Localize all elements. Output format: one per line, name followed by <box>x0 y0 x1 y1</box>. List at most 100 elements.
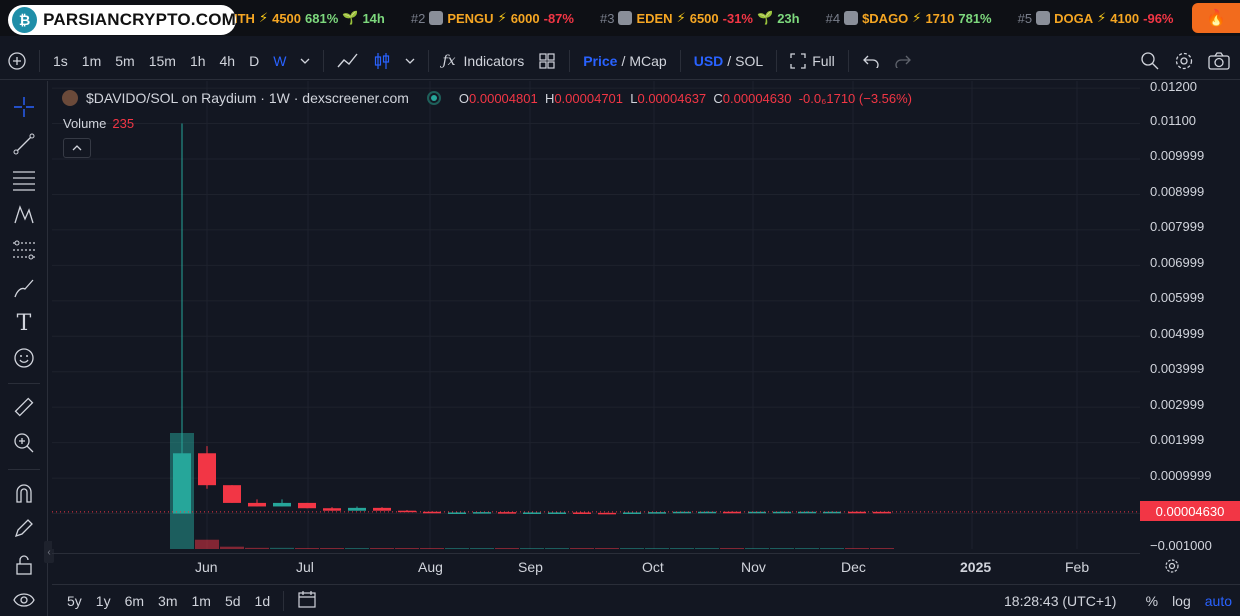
ticker-item[interactable]: #5 DOGA ⚡ 4100 -96% <box>1018 10 1174 26</box>
ruler-icon[interactable] <box>10 393 38 421</box>
chart-toolbar: 1s 1m 5m 15m 1h 4h D W ƒx Indicators Price / MC… <box>0 42 1240 80</box>
magnet-icon[interactable] <box>10 479 38 507</box>
ticker-item[interactable]: ITH ⚡ 4500 681% 🌱 14h <box>234 10 385 26</box>
site-logo[interactable]: ₿ PARSIANCRYPTO.COM <box>8 5 236 35</box>
volume-bar <box>720 548 744 549</box>
price-tick-label: 0.001999 <box>1150 432 1205 447</box>
interval-1m-button[interactable]: 1m <box>75 42 108 79</box>
price-mcap-toggle[interactable]: Price / MCap <box>576 42 674 79</box>
time-axis[interactable]: Jun Jul Aug Sep Oct Nov Dec 2025 Feb <box>52 553 1179 579</box>
text-tool-icon[interactable]: T <box>10 309 38 337</box>
interval-1h-button[interactable]: 1h <box>183 42 213 79</box>
interval-4h-button[interactable]: 4h <box>213 42 243 79</box>
crosshair-icon[interactable] <box>10 93 38 121</box>
volume-key: Volume <box>63 116 107 131</box>
volume-bar <box>770 548 794 549</box>
ticker-change: 781% <box>958 10 992 26</box>
ticker-item[interactable]: #3 EDEN ⚡ 6500 -31% 🌱 23h <box>600 10 800 26</box>
ticker-change: -31% <box>722 10 753 26</box>
line-chart-icon[interactable] <box>330 42 366 79</box>
time-tick-label: Dec <box>841 559 866 575</box>
volume-bar <box>270 547 294 549</box>
fullscreen-button[interactable]: Full <box>783 42 842 79</box>
fib-retracement-icon[interactable] <box>10 237 38 265</box>
interval-15m-button[interactable]: 15m <box>142 42 183 79</box>
zoom-in-icon[interactable] <box>10 429 38 457</box>
volume-bar <box>195 539 219 549</box>
clock-display[interactable]: 18:28:43 (UTC+1) <box>1004 593 1116 609</box>
pattern-icon[interactable] <box>10 201 38 229</box>
volume-bar <box>820 548 844 549</box>
lock-icon[interactable] <box>10 551 38 579</box>
horizontal-lines-icon[interactable] <box>10 166 38 194</box>
volume-bar <box>470 548 494 549</box>
open-value: 0.00004801 <box>469 90 538 106</box>
lightning-icon: ⚡ <box>258 10 269 25</box>
volume-bar <box>445 548 469 549</box>
range-5y-button[interactable]: 5y <box>60 593 89 609</box>
quick-search-icon[interactable] <box>1133 42 1167 79</box>
log-scale-toggle[interactable]: log <box>1172 593 1191 609</box>
collapse-legend-chevron-up-icon[interactable] <box>63 138 91 158</box>
current-price-label: 0.00004630 <box>1140 501 1240 521</box>
axis-settings-gear-icon[interactable] <box>1164 558 1180 579</box>
price-tick-label: 0.003999 <box>1150 361 1205 376</box>
price-tick-label: 0.005999 <box>1150 290 1205 305</box>
volume-bar <box>845 548 869 549</box>
price-axis[interactable]: 0.01200 0.01100 0.009999 0.008999 0.007999 0.… <box>1140 79 1240 553</box>
indicators-button[interactable]: ƒx Indicators <box>435 42 531 79</box>
lock-drawing-pencil-icon[interactable] <box>10 514 38 542</box>
ticker-change: -87% <box>543 10 574 26</box>
range-5d-button[interactable]: 5d <box>218 593 248 609</box>
brush-icon[interactable] <box>10 274 38 302</box>
range-1d-button[interactable]: 1d <box>248 593 278 609</box>
fire-icon[interactable]: 🔥 <box>1192 3 1240 33</box>
volume-bar <box>570 548 594 549</box>
redo-icon[interactable] <box>887 42 919 79</box>
percent-scale-toggle[interactable]: % <box>1146 593 1158 609</box>
price-chart[interactable] <box>52 81 1140 549</box>
range-6m-button[interactable]: 6m <box>118 593 151 609</box>
bottom-toolbar: 5y 1y 6m 3m 1m 5d 1d 18:28:43 (UTC+1) % log au… <box>52 584 1240 616</box>
undo-icon[interactable] <box>855 42 887 79</box>
ticker-item[interactable]: #2 PENGU ⚡ 6000 -87% <box>411 10 574 26</box>
token-avatar <box>1036 11 1051 25</box>
candle-chart-icon[interactable] <box>366 42 398 79</box>
volume-bar <box>320 548 344 549</box>
volume-bar <box>595 548 619 549</box>
price-tick-label: 0.01200 <box>1150 79 1197 94</box>
camera-icon[interactable] <box>1201 42 1240 79</box>
price-tick-label: 0.01100 <box>1150 113 1197 128</box>
open-key: O <box>458 90 470 106</box>
volume-bar <box>370 548 394 549</box>
price-tick-label: 0.007999 <box>1150 219 1205 234</box>
date-range-calendar-icon[interactable] <box>290 590 324 611</box>
add-symbol-button[interactable] <box>0 42 33 79</box>
price-tick-label: 0.0009999 <box>1150 468 1212 483</box>
range-1y-button[interactable]: 1y <box>89 593 118 609</box>
eye-icon[interactable] <box>10 586 38 614</box>
sol-toggle-label: SOL <box>735 52 764 69</box>
emoji-icon[interactable] <box>10 344 38 372</box>
ticker-item[interactable]: #4 $DAGO ⚡ 1710 781% <box>826 10 992 26</box>
indicators-label: Indicators <box>463 52 525 69</box>
ticker-name: DOGA <box>1054 10 1094 26</box>
interval-w-button[interactable]: W <box>266 42 293 79</box>
candle-body <box>248 502 266 507</box>
range-1m-button[interactable]: 1m <box>185 593 218 609</box>
currency-toggle[interactable]: USD / SOL <box>687 42 770 79</box>
price-tick-label: −0.001000 <box>1150 538 1212 553</box>
chart-type-chevron-icon[interactable] <box>398 42 422 79</box>
settings-gear-icon[interactable] <box>1167 42 1201 79</box>
price-toggle-label: Price <box>583 52 618 69</box>
interval-1s-button[interactable]: 1s <box>46 42 75 79</box>
symbol-title: $DAVIDO/SOL on Raydium · 1W · dexscreene… <box>86 90 409 106</box>
auto-scale-toggle[interactable]: auto <box>1205 593 1232 609</box>
token-avatar <box>618 11 633 25</box>
interval-5m-button[interactable]: 5m <box>108 42 141 79</box>
interval-dropdown-chevron-icon[interactable] <box>293 42 317 79</box>
layouts-grid-icon[interactable] <box>531 42 563 79</box>
trend-line-icon[interactable] <box>10 130 38 158</box>
interval-d-button[interactable]: D <box>242 42 266 79</box>
range-3m-button[interactable]: 3m <box>151 593 184 609</box>
